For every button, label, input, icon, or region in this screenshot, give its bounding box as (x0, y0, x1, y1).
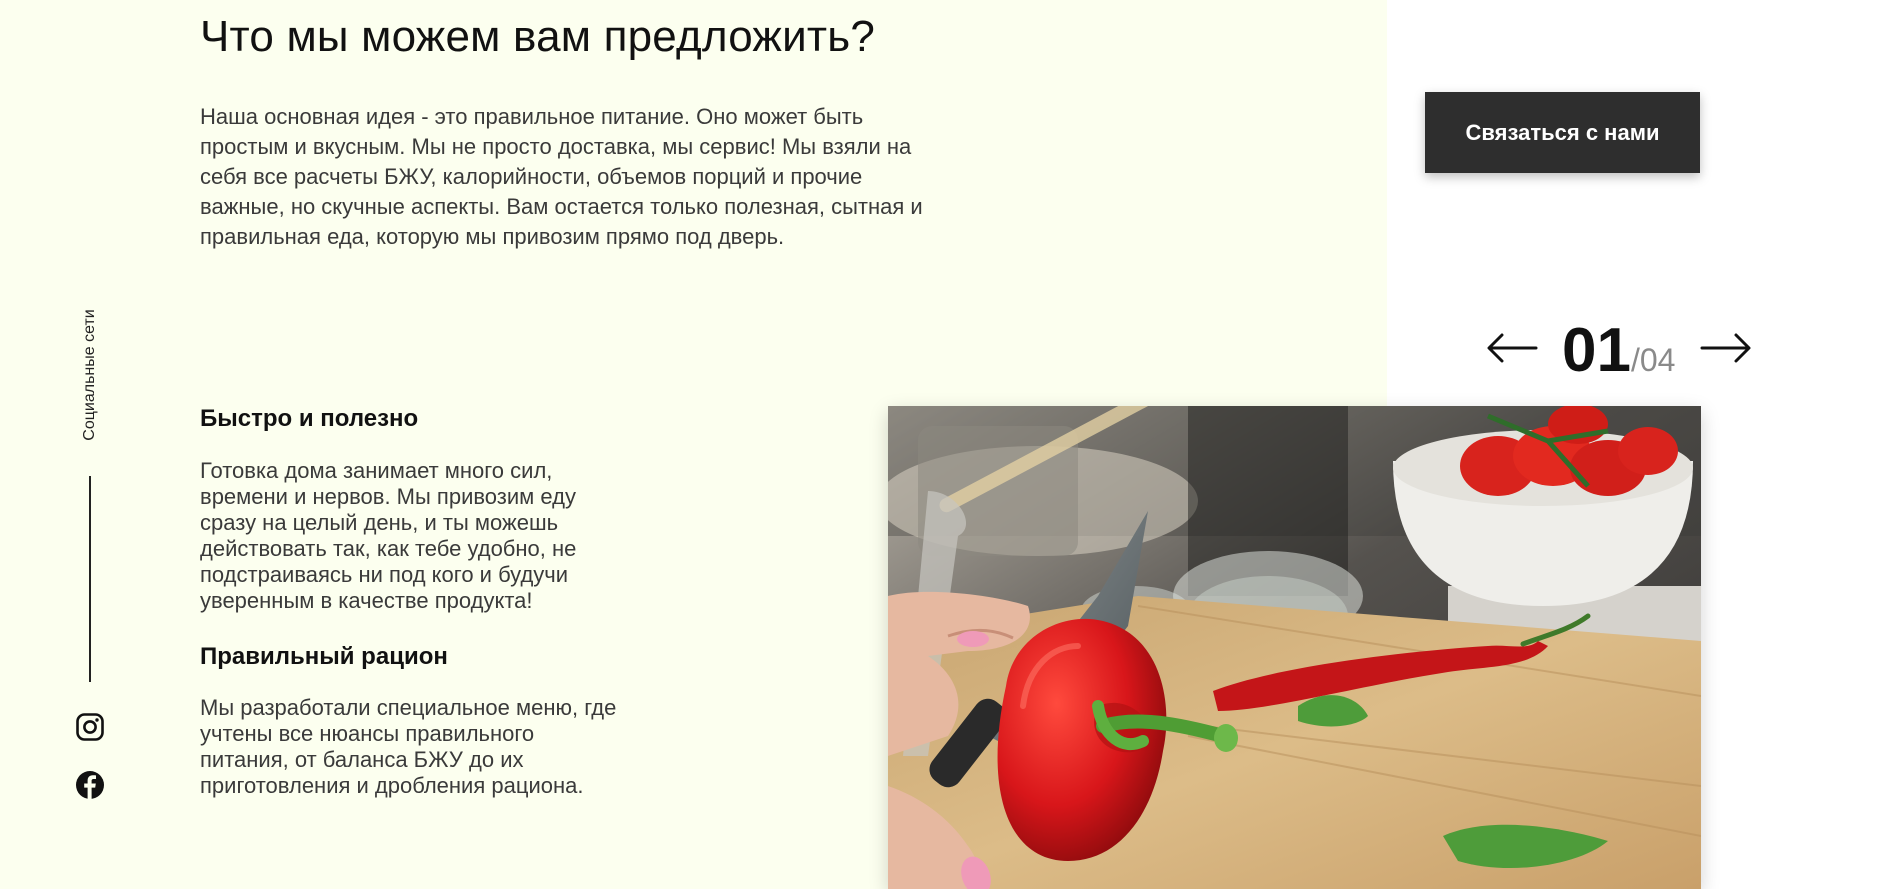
social-divider (89, 476, 91, 682)
slider-navigation: 01/04 (1480, 315, 1760, 385)
arrow-left-icon[interactable] (1486, 331, 1538, 365)
social-label: Социальные сети (81, 309, 98, 441)
feature-text-diet: Мы разработали специальное меню, где учт… (200, 695, 617, 798)
slide-total: /04 (1630, 342, 1676, 378)
facebook-icon[interactable] (75, 770, 105, 800)
instagram-icon[interactable] (75, 712, 105, 742)
pepper-cutting-image (888, 406, 1701, 889)
contact-us-button[interactable]: Связаться с нами (1425, 92, 1700, 173)
slide-counter: 01/04 (1562, 315, 1675, 386)
slide-current: 01 (1562, 316, 1631, 385)
social-sidebar: Социальные сети (70, 280, 110, 820)
feature-text-fast: Готовка дома занимает много сил, времени… (200, 458, 577, 613)
feature-title-diet: Правильный рацион (200, 643, 448, 670)
feature-title-fast: Быстро и полезно (200, 405, 419, 432)
page-title: Что мы можем вам предложить? (200, 12, 875, 61)
arrow-right-icon[interactable] (1700, 331, 1752, 365)
intro-paragraph: Наша основная идея - это правильное пита… (200, 104, 923, 249)
food-photo (888, 406, 1701, 889)
